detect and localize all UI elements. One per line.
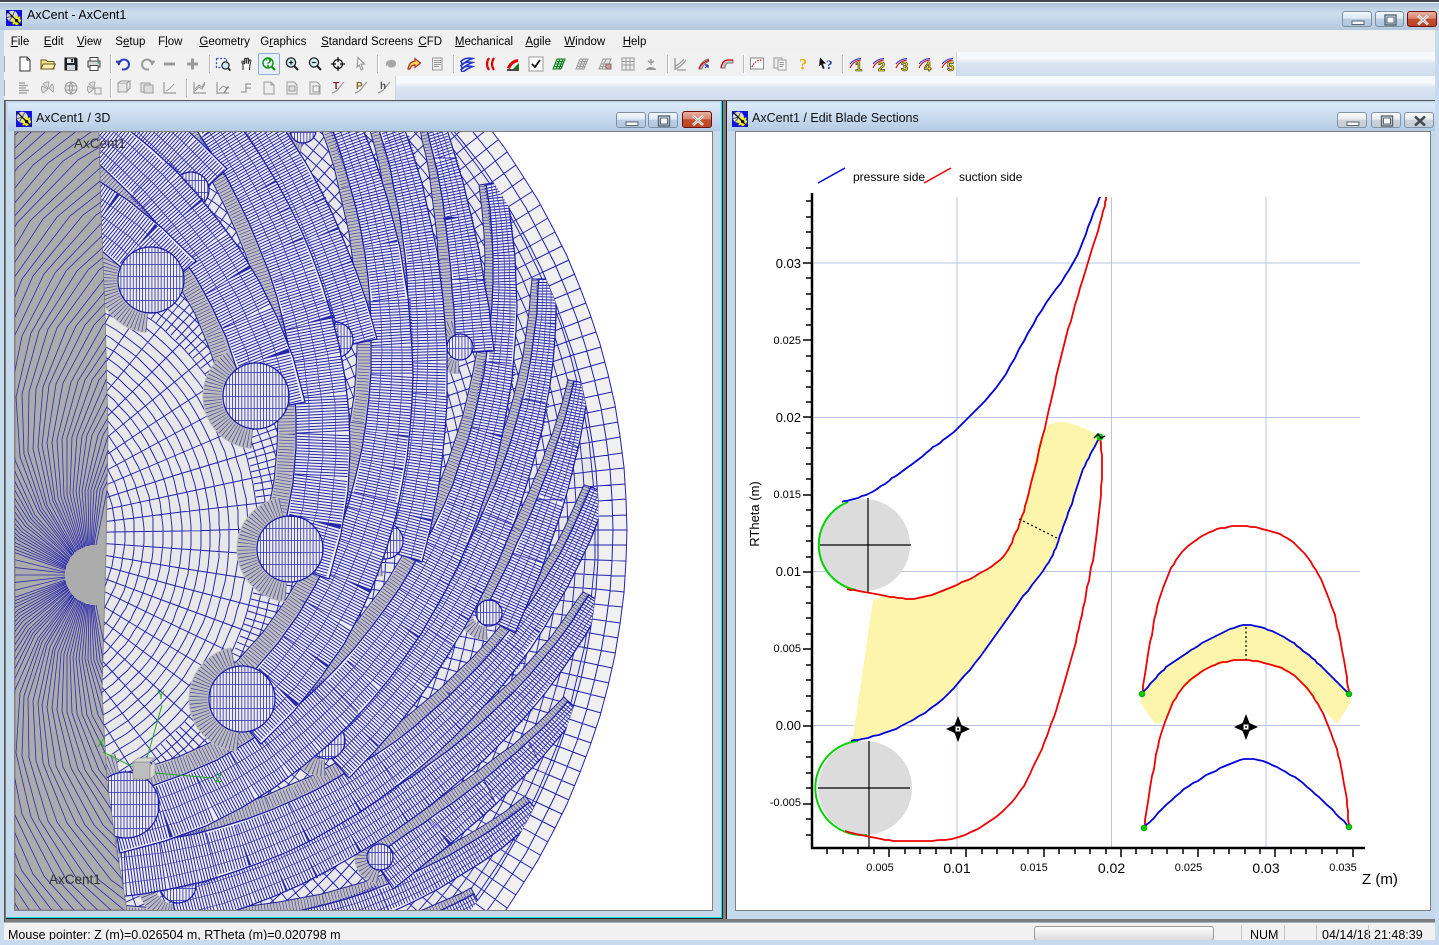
svg-text:0.015: 0.015 [773,489,801,501]
svg-text:-0.005: -0.005 [770,797,801,809]
svg-text:0.01: 0.01 [943,860,970,876]
svg-text:0.03: 0.03 [776,256,801,271]
svg-text:AxCent1: AxCent1 [74,136,126,151]
svg-text:0.00: 0.00 [776,718,801,733]
svg-text:4: 4 [924,59,932,72]
svg-text:RTheta (m): RTheta (m) [747,481,762,547]
svg-text:0.02: 0.02 [776,410,801,425]
svg-text:Y: Y [157,688,165,702]
svg-text:?: ? [265,56,272,70]
svg-text:0.02: 0.02 [1098,860,1125,876]
svg-text:suction side: suction side [959,170,1023,184]
svg-text:?: ? [799,57,807,73]
svg-text:0.03: 0.03 [1252,860,1279,876]
svg-text:0.005: 0.005 [773,643,801,655]
svg-text:h: h [380,81,386,92]
svg-text:5: 5 [947,59,954,72]
svg-text:P: P [356,81,363,92]
svg-text:pressure side: pressure side [853,170,925,184]
svg-text:0.035: 0.035 [1329,862,1357,874]
svg-text:0.01: 0.01 [776,564,801,579]
svg-text:Z (m): Z (m) [1362,871,1398,888]
svg-text:Z: Z [215,771,222,785]
svg-text:0.025: 0.025 [1175,862,1203,874]
svg-text:2: 2 [878,59,885,72]
svg-text:3: 3 [901,59,908,72]
svg-text:X: X [97,736,105,750]
svg-text:1: 1 [855,59,862,72]
svg-text:AxCent1: AxCent1 [49,872,101,887]
svg-text:T: T [333,81,339,92]
svg-text:0.005: 0.005 [866,862,894,874]
svg-text:0.025: 0.025 [773,335,801,347]
svg-text:0.015: 0.015 [1020,862,1048,874]
svg-text:?: ? [826,57,833,72]
